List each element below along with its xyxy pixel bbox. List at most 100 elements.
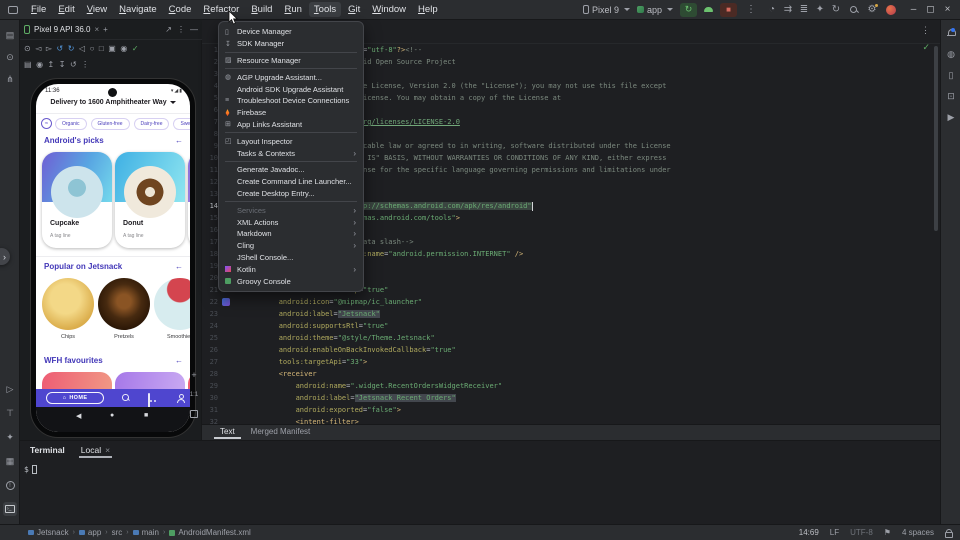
phone-screen[interactable]: 11:36 ▾◢▮ Delivery to 1600 Amphitheater … bbox=[36, 84, 190, 432]
android-home-button[interactable]: ● bbox=[110, 412, 114, 419]
menu-item-kotlin[interactable]: Kotlin› bbox=[219, 263, 363, 275]
health-check-icon[interactable]: ✓ bbox=[132, 44, 139, 53]
problems-icon[interactable]: ! bbox=[3, 478, 17, 492]
menu-item-troubleshoot-device-connections[interactable]: ≡Troubleshoot Device Connections bbox=[219, 95, 363, 107]
menu-item-generate-javadoc[interactable]: Generate Javadoc... bbox=[219, 164, 363, 176]
food-pretzels[interactable] bbox=[98, 278, 150, 330]
search-icon[interactable] bbox=[850, 6, 858, 14]
breadcrumb-main[interactable]: main bbox=[133, 528, 159, 537]
debug-icon[interactable] bbox=[704, 7, 713, 12]
menu-item-tasks-contexts[interactable]: Tasks & Contexts› bbox=[219, 147, 363, 159]
project-icon[interactable]: ▤ bbox=[3, 28, 17, 42]
caret-position[interactable]: 14:69 bbox=[799, 528, 819, 537]
gemini-icon[interactable]: ✦ bbox=[3, 430, 17, 444]
menu-item-xml-actions[interactable]: XML Actions› bbox=[219, 216, 363, 228]
menu-file[interactable]: File bbox=[26, 2, 51, 17]
terminal-body[interactable]: $ bbox=[20, 459, 940, 474]
tab-text[interactable]: Text bbox=[214, 425, 241, 439]
running-devices-icon[interactable]: ▶ bbox=[944, 110, 958, 124]
menu-build[interactable]: Build bbox=[246, 2, 277, 17]
menu-item-cling[interactable]: Cling› bbox=[219, 240, 363, 252]
run-config-selector[interactable]: app bbox=[637, 5, 673, 15]
editor-scrollbar[interactable] bbox=[934, 46, 938, 231]
nav-home-icon[interactable]: ○ bbox=[90, 44, 95, 53]
arrow-left-icon[interactable]: ← bbox=[175, 356, 183, 365]
delivery-address[interactable]: Delivery to 1600 Amphitheater Way bbox=[36, 99, 190, 106]
menu-item-agp-upgrade-assistant[interactable]: ◍AGP Upgrade Assistant... bbox=[219, 71, 363, 83]
rerun-button[interactable]: ↻ bbox=[680, 3, 697, 17]
android-recents-button[interactable]: ■ bbox=[144, 412, 148, 419]
breadcrumb-src[interactable]: src bbox=[112, 528, 123, 537]
menu-help[interactable]: Help bbox=[413, 2, 443, 17]
tab-merged-manifest[interactable]: Merged Manifest bbox=[245, 425, 317, 437]
device-tab-label[interactable]: Pixel 9 API 36.0 bbox=[34, 25, 90, 34]
menu-item-android-sdk-upgrade-assistant[interactable]: Android SDK Upgrade Assistant bbox=[219, 83, 363, 95]
chip-sweet[interactable]: Sweet bbox=[173, 118, 190, 130]
close-icon[interactable]: × bbox=[105, 445, 110, 455]
volume-up-icon[interactable]: ◅ bbox=[35, 44, 41, 53]
breadcrumb-androidmanifest-xml[interactable]: AndroidManifest.xml bbox=[169, 528, 250, 537]
snack-card-cupcake[interactable]: CupcakeA tag line bbox=[42, 152, 112, 248]
reset-icon[interactable]: ↺ bbox=[70, 60, 77, 69]
add-tab-button[interactable]: + bbox=[103, 25, 108, 34]
more-actions-icon[interactable]: ⋮ bbox=[744, 4, 758, 15]
device-selector[interactable]: Pixel 9 bbox=[583, 5, 630, 15]
notifications-icon[interactable] bbox=[944, 26, 958, 40]
snack-card-donut[interactable]: DonutA tag line bbox=[115, 152, 185, 248]
zoom-in-button[interactable]: + bbox=[191, 370, 196, 380]
menu-item-sdk-manager[interactable]: ↧SDK Manager bbox=[219, 38, 363, 50]
todo-icon[interactable]: ≣ bbox=[797, 4, 811, 15]
menu-run[interactable]: Run bbox=[279, 2, 306, 17]
food-chips[interactable] bbox=[42, 278, 94, 330]
menu-item-firebase[interactable]: Firebase bbox=[219, 107, 363, 119]
sync-icon[interactable]: ↻ bbox=[829, 4, 843, 15]
open-in-window-icon[interactable]: ↗ bbox=[165, 25, 172, 34]
menu-item-create-command-line-launcher[interactable]: Create Command Line Launcher... bbox=[219, 176, 363, 188]
more-icon[interactable]: ⋮ bbox=[177, 25, 185, 34]
zoom-fit-button[interactable] bbox=[190, 410, 198, 418]
menu-navigate[interactable]: Navigate bbox=[114, 2, 162, 17]
volume-down-icon[interactable]: ▻ bbox=[46, 44, 52, 53]
upload-icon[interactable]: ↥ bbox=[48, 60, 55, 69]
menu-git[interactable]: Git bbox=[343, 2, 365, 17]
menu-window[interactable]: Window bbox=[367, 2, 411, 17]
menu-code[interactable]: Code bbox=[164, 2, 197, 17]
breadcrumb-app[interactable]: app bbox=[79, 528, 101, 537]
commit-icon[interactable]: ⊙ bbox=[3, 50, 17, 64]
close-button[interactable]: × bbox=[941, 4, 954, 15]
close-icon[interactable]: × bbox=[94, 25, 99, 34]
menu-item-resource-manager[interactable]: ▨Resource Manager bbox=[219, 55, 363, 67]
menu-item-layout-inspector[interactable]: ◰Layout Inspector bbox=[219, 135, 363, 147]
logcat-icon[interactable]: ▦ bbox=[3, 454, 17, 468]
download-icon[interactable]: ↧ bbox=[59, 60, 66, 69]
menu-item-device-manager[interactable]: ▯Device Manager bbox=[219, 26, 363, 38]
menu-item-jshell-console[interactable]: JShell Console... bbox=[219, 252, 363, 264]
zoom-level[interactable]: 1:1 bbox=[190, 392, 198, 398]
chip-organic[interactable]: Organic bbox=[55, 118, 87, 130]
rotate-left-icon[interactable]: ↺ bbox=[57, 44, 64, 53]
snapshot-icon[interactable]: ▤ bbox=[24, 60, 32, 69]
snack-card-partial[interactable] bbox=[188, 152, 190, 248]
hide-panel-icon[interactable]: — bbox=[190, 25, 198, 34]
app-quality-insights-icon[interactable]: ⊡ bbox=[944, 89, 958, 103]
menu-item-app-links-assistant[interactable]: ⊞App Links Assistant bbox=[219, 119, 363, 131]
avatar[interactable] bbox=[886, 5, 896, 15]
stop-button[interactable]: ■ bbox=[720, 3, 737, 17]
line-ending[interactable]: LF bbox=[830, 528, 839, 537]
camera-icon[interactable]: ◉ bbox=[36, 60, 43, 69]
nav-back-icon[interactable]: ◁ bbox=[79, 44, 85, 53]
menu-edit[interactable]: Edit bbox=[53, 2, 79, 17]
chip-dairy-free[interactable]: Dairy-free bbox=[134, 118, 170, 130]
rotate-right-icon[interactable]: ↻ bbox=[68, 44, 75, 53]
menu-item-create-desktop-entry[interactable]: Create Desktop Entry... bbox=[219, 188, 363, 200]
menu-item-markdown[interactable]: Markdown› bbox=[219, 228, 363, 240]
file-encoding[interactable]: UTF-8 bbox=[850, 528, 873, 537]
indent-setting[interactable]: 4 spaces bbox=[902, 528, 934, 537]
more-icon[interactable]: ⋮ bbox=[81, 60, 89, 69]
screenshot-icon[interactable]: ▣ bbox=[108, 44, 116, 53]
record-icon[interactable]: ◉ bbox=[120, 44, 127, 53]
menu-view[interactable]: View bbox=[82, 2, 112, 17]
pull-requests-icon[interactable]: ⋔ bbox=[3, 72, 17, 86]
write-access-icon[interactable] bbox=[945, 529, 952, 536]
profiler-icon[interactable]: ◔ bbox=[765, 4, 779, 15]
